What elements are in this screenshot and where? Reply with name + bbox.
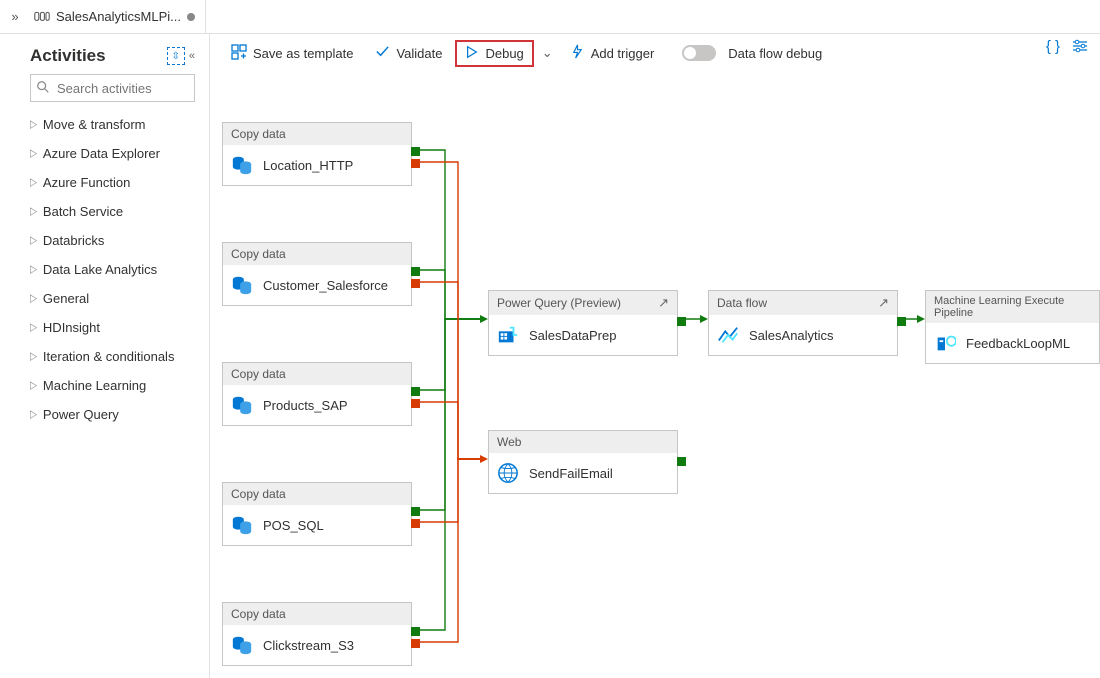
- chevron-right-icon: ▷: [30, 234, 37, 247]
- external-link-icon[interactable]: ↗: [658, 295, 669, 311]
- chevron-right-icon: ▷: [30, 176, 37, 189]
- chevron-right-icon: ▷: [30, 408, 37, 421]
- settings-sliders-icon[interactable]: [1072, 38, 1088, 58]
- tab-title: SalesAnalyticsMLPi...: [56, 9, 181, 24]
- node-products-sap[interactable]: Copy data Products_SAP: [222, 362, 412, 426]
- node-salesdataprep[interactable]: Power Query (Preview)↗ SalesDataPrep: [488, 290, 678, 356]
- copy-data-icon: [231, 634, 253, 656]
- node-feedbackloopml[interactable]: Machine Learning Execute Pipeline Feedba…: [925, 290, 1100, 364]
- category-azure-data-explorer[interactable]: ▷Azure Data Explorer: [30, 139, 195, 168]
- dataflow-debug-toggle[interactable]: Data flow debug: [673, 41, 831, 65]
- chevron-right-icon: ▷: [30, 379, 37, 392]
- ml-icon: [934, 332, 956, 354]
- search-icon: [36, 80, 50, 97]
- powerquery-icon: [497, 324, 519, 346]
- expand-activities-button[interactable]: ⇳: [167, 47, 185, 65]
- category-general[interactable]: ▷General: [30, 284, 195, 313]
- pipeline-icon: [34, 10, 50, 24]
- template-icon: [231, 44, 247, 63]
- category-iteration-conditionals[interactable]: ▷Iteration & conditionals: [30, 342, 195, 371]
- add-trigger-button[interactable]: Add trigger: [561, 40, 664, 66]
- chevron-right-icon: ▷: [30, 321, 37, 334]
- node-salesanalytics[interactable]: Data flow↗ SalesAnalytics: [708, 290, 898, 356]
- chevron-right-icon: ▷: [30, 350, 37, 363]
- debug-dropdown-icon[interactable]: ⌄: [538, 45, 557, 61]
- category-databricks[interactable]: ▷Databricks: [30, 226, 195, 255]
- category-power-query[interactable]: ▷Power Query: [30, 400, 195, 429]
- category-batch-service[interactable]: ▷Batch Service: [30, 197, 195, 226]
- category-hdinsight[interactable]: ▷HDInsight: [30, 313, 195, 342]
- chevron-right-icon: ▷: [30, 205, 37, 218]
- dataflow-icon: [717, 324, 739, 346]
- debug-button[interactable]: Debug: [455, 40, 533, 67]
- category-move-transform[interactable]: ▷Move & transform: [30, 110, 195, 139]
- category-machine-learning[interactable]: ▷Machine Learning: [30, 371, 195, 400]
- expand-left-icon[interactable]: »: [6, 9, 24, 24]
- unsaved-indicator-icon: [187, 13, 195, 21]
- copy-data-icon: [231, 514, 253, 536]
- chevron-right-icon: ▷: [30, 292, 37, 305]
- copy-data-icon: [231, 274, 253, 296]
- checkmark-icon: [375, 44, 390, 62]
- pipeline-tab[interactable]: SalesAnalyticsMLPi...: [24, 0, 206, 34]
- node-sendfailemail[interactable]: Web SendFailEmail: [488, 430, 678, 494]
- copy-data-icon: [231, 154, 253, 176]
- search-input[interactable]: [30, 74, 195, 102]
- node-customer-salesforce[interactable]: Copy data Customer_Salesforce: [222, 242, 412, 306]
- play-icon: [465, 45, 479, 62]
- copy-data-icon: [231, 394, 253, 416]
- category-azure-function[interactable]: ▷Azure Function: [30, 168, 195, 197]
- node-pos-sql[interactable]: Copy data POS_SQL: [222, 482, 412, 546]
- chevron-right-icon: ▷: [30, 263, 37, 276]
- json-view-icon[interactable]: { }: [1046, 38, 1060, 58]
- chevron-right-icon: ▷: [30, 118, 37, 131]
- node-clickstream-s3[interactable]: Copy data Clickstream_S3: [222, 602, 412, 666]
- activities-title: Activities: [30, 46, 106, 66]
- web-icon: [497, 462, 519, 484]
- external-link-icon[interactable]: ↗: [878, 295, 889, 311]
- chevron-right-icon: ▷: [30, 147, 37, 160]
- trigger-icon: [570, 44, 585, 62]
- save-template-button[interactable]: Save as template: [222, 40, 362, 67]
- validate-button[interactable]: Validate: [366, 40, 451, 66]
- pipeline-canvas[interactable]: Copy data Location_HTTP Copy data Custom…: [210, 72, 1100, 678]
- node-location-http[interactable]: Copy data Location_HTTP: [222, 122, 412, 186]
- category-data-lake-analytics[interactable]: ▷Data Lake Analytics: [30, 255, 195, 284]
- toggle-icon: [682, 45, 716, 61]
- collapse-panel-icon[interactable]: «: [189, 50, 195, 62]
